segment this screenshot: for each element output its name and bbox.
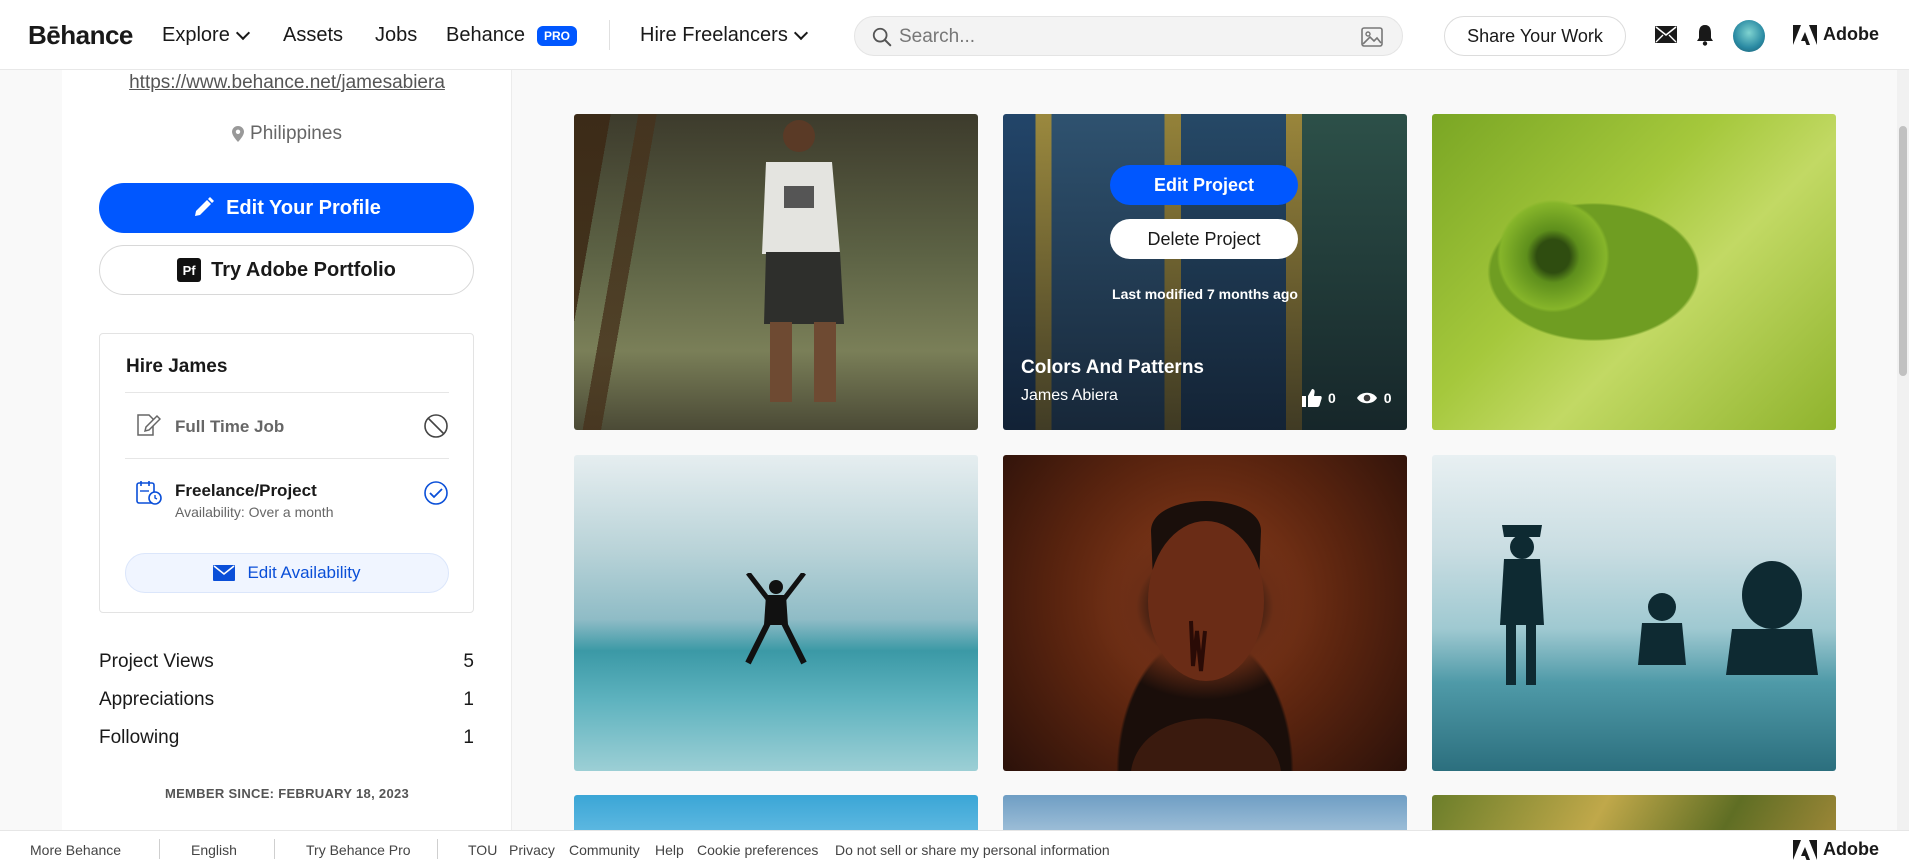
profile-url-link[interactable]: https://www.behance.net/jamesabiera (62, 72, 512, 94)
calendar-clock-icon (136, 481, 162, 505)
nav-jobs[interactable]: Jobs (375, 24, 417, 47)
nav-explore[interactable]: Explore (162, 24, 250, 47)
hire-option-freelance[interactable]: Freelance/Project Availability: Over a m… (125, 458, 449, 538)
stat-label: Appreciations (99, 689, 215, 710)
behance-logo[interactable]: Bēhance (28, 20, 133, 51)
footer-divider (274, 839, 275, 859)
page-scrollbar[interactable] (1897, 70, 1909, 830)
adobe-footer-link[interactable]: Adobe (1793, 839, 1879, 860)
edit-availability-label: Edit Availability (247, 563, 361, 582)
full-time-label: Full Time Job (175, 417, 285, 436)
nav-jobs-label: Jobs (375, 24, 418, 46)
project-thumbnail-image (1500, 525, 1818, 685)
last-modified: Last modified 7 months ago (1112, 286, 1298, 302)
nav-explore-label: Explore (162, 24, 230, 46)
footer-try-pro[interactable]: Try Behance Pro (306, 842, 411, 858)
search-icon (872, 27, 892, 47)
profile-location: Philippines (62, 123, 512, 145)
nav-behance-label: Behance (446, 24, 525, 46)
footer-privacy[interactable]: Privacy (509, 842, 555, 858)
top-navigation: Bēhance Explore Assets Jobs Behance PRO … (0, 0, 1909, 70)
search-bar[interactable] (854, 16, 1403, 56)
footer-do-not-sell[interactable]: Do not sell or share my personal informa… (835, 842, 1110, 858)
stat-value: 1 (463, 727, 474, 748)
thumbs-up-icon (1302, 389, 1322, 407)
stat-label: Project Views (99, 651, 214, 672)
adobe-label: Adobe (1823, 24, 1879, 44)
likes-count: 0 (1328, 390, 1336, 406)
adobe-link[interactable]: Adobe (1793, 24, 1879, 45)
project-thumbnail-image (745, 573, 807, 665)
pro-badge: PRO (536, 25, 577, 46)
adobe-logo-icon (1793, 24, 1817, 45)
stat-project-views: Project Views 5 (99, 651, 474, 673)
views-count: 0 (1383, 390, 1392, 406)
stat-appreciations: Appreciations 1 (99, 689, 474, 711)
adobe-logo-icon (1793, 839, 1817, 860)
stat-value: 1 (463, 689, 474, 710)
footer-cookie-preferences[interactable]: Cookie preferences (697, 842, 818, 858)
pencil-icon (195, 197, 215, 216)
user-avatar[interactable] (1733, 20, 1765, 52)
try-adobe-portfolio-button[interactable]: Pf Try Adobe Portfolio (99, 245, 474, 295)
location-pin-icon (232, 126, 245, 142)
nav-assets-label: Assets (283, 24, 344, 46)
location-label: Philippines (250, 123, 342, 144)
checkmark-circle-icon (424, 481, 448, 505)
document-pen-icon (137, 414, 161, 436)
mail-icon (213, 565, 236, 581)
nav-divider (609, 20, 610, 50)
freelance-availability: Availability: Over a month (175, 504, 334, 520)
edit-availability-button[interactable]: Edit Availability (125, 553, 449, 593)
project-tile[interactable] (1003, 455, 1407, 771)
project-tile[interactable] (574, 114, 978, 430)
edit-profile-button[interactable]: Edit Your Profile (99, 183, 474, 233)
footer-divider (159, 839, 160, 859)
notification-bell-icon[interactable] (1696, 24, 1714, 46)
adobe-portfolio-icon: Pf (177, 258, 202, 282)
stat-value: 5 (463, 651, 474, 672)
chevron-down-icon (235, 25, 250, 40)
stat-label: Following (99, 727, 180, 748)
edit-profile-label: Edit Your Profile (226, 196, 381, 219)
project-tile[interactable] (1432, 114, 1836, 430)
hire-title: Hire James (126, 356, 228, 377)
footer-divider (437, 839, 438, 859)
hire-option-full-time[interactable]: Full Time Job (125, 392, 449, 458)
freelance-label: Freelance/Project (175, 481, 317, 500)
mail-icon[interactable] (1655, 26, 1677, 43)
project-thumbnail-image (1131, 501, 1281, 771)
stat-following[interactable]: Following 1 (99, 727, 474, 749)
project-tile[interactable] (1432, 455, 1836, 771)
nav-hire-freelancers[interactable]: Hire Freelancers (640, 24, 808, 47)
nav-behance-pro[interactable]: Behance PRO (446, 24, 577, 47)
hire-panel: Hire James Full Time Job Freelance/Proje… (99, 333, 474, 613)
unavailable-icon (424, 414, 448, 438)
try-portfolio-label: Try Adobe Portfolio (211, 258, 396, 281)
eye-icon (1356, 392, 1377, 404)
footer-tou[interactable]: TOU (468, 842, 497, 858)
scrollbar-thumb[interactable] (1899, 126, 1907, 376)
project-tile[interactable] (574, 455, 978, 771)
project-stats: 0 0 (1302, 389, 1392, 407)
search-input[interactable] (899, 23, 1339, 51)
member-since: MEMBER SINCE: FEBRUARY 18, 2023 (164, 786, 410, 801)
project-thumbnail-image (762, 120, 844, 402)
delete-project-button[interactable]: Delete Project (1110, 219, 1298, 259)
project-tile-colors-and-patterns[interactable] (1003, 114, 1407, 430)
footer-more-behance[interactable]: More Behance (30, 842, 121, 858)
image-search-icon[interactable] (1360, 26, 1384, 48)
project-title[interactable]: Colors And Patterns (1021, 357, 1204, 379)
footer-help[interactable]: Help (655, 842, 684, 858)
project-owner[interactable]: James Abiera (1021, 387, 1118, 405)
chevron-down-icon (793, 25, 808, 40)
footer-community[interactable]: Community (569, 842, 640, 858)
footer: More Behance English Try Behance Pro TOU… (0, 830, 1909, 866)
adobe-footer-label: Adobe (1823, 839, 1879, 859)
share-your-work-button[interactable]: Share Your Work (1444, 16, 1626, 56)
nav-assets[interactable]: Assets (283, 24, 343, 47)
edit-project-button[interactable]: Edit Project (1110, 165, 1298, 205)
nav-hire-label: Hire Freelancers (640, 24, 788, 46)
footer-language[interactable]: English (191, 842, 237, 858)
